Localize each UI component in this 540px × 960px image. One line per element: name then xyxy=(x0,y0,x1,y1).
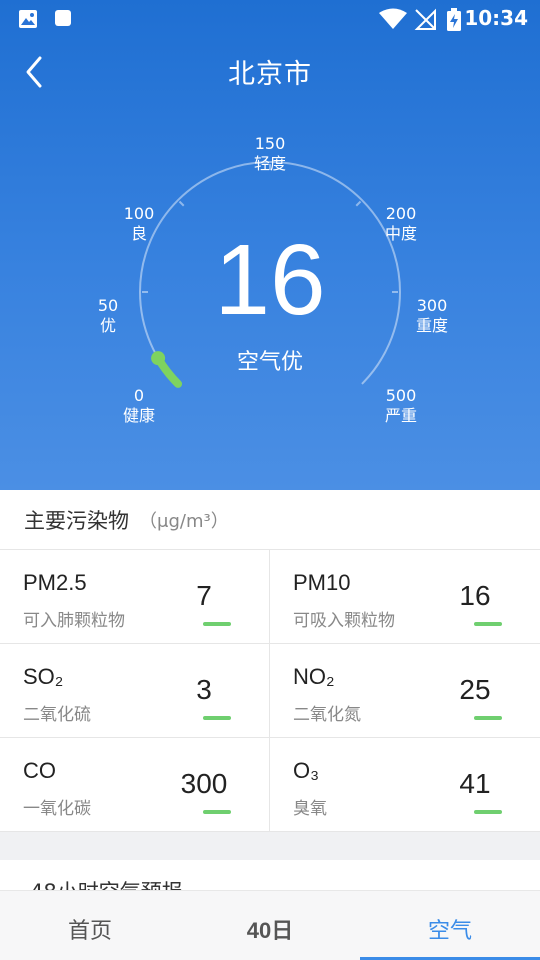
tick-value: 0 xyxy=(133,386,145,405)
pollutants-unit: （μg/m³） xyxy=(139,510,229,532)
pollutant-pm25[interactable]: PM2.5 可入肺颗粒物 7 xyxy=(0,550,270,644)
pollutants-header: 主要污染物 （μg/m³） xyxy=(0,490,540,550)
tick-value: 500 xyxy=(385,386,417,405)
tab-40-day[interactable]: 40日 xyxy=(180,891,360,960)
wifi-icon xyxy=(379,8,407,29)
pollutants-card: 主要污染物 （μg/m³） PM2.5 可入肺颗粒物 7 PM10 可吸入颗粒物… xyxy=(0,490,540,832)
tick-value: 100 xyxy=(123,204,155,223)
pollutants-title: 主要污染物 xyxy=(24,508,129,533)
hero-section: 10:34 北京市 16 空气优 0 健康 50 优 100 良 150 轻度 xyxy=(0,0,540,490)
pollutant-level-bar xyxy=(203,716,231,720)
tick-500: 500 严重 xyxy=(361,386,441,426)
pollutant-value: 25 xyxy=(459,674,491,705)
app-notification-icon xyxy=(55,10,71,26)
tick-value: 300 xyxy=(416,296,448,315)
tick-label: 中度 xyxy=(384,224,417,243)
pollutant-name: CO xyxy=(23,758,56,783)
tick-50: 50 优 xyxy=(68,296,148,336)
tick-label: 优 xyxy=(99,316,116,335)
tick-label: 重度 xyxy=(415,316,448,335)
pollutant-value: 7 xyxy=(196,580,212,611)
pollutant-name: PM2.5 xyxy=(23,570,87,595)
tick-value: 150 xyxy=(254,134,286,153)
pollutant-desc: 可入肺颗粒物 xyxy=(23,611,125,631)
status-time: 10:34 xyxy=(464,6,528,30)
pollutant-level-bar xyxy=(474,622,502,626)
aqi-gauge: 16 空气优 0 健康 50 优 100 良 150 轻度 200 中度 300… xyxy=(0,110,540,490)
pollutant-name: PM10 xyxy=(293,570,351,595)
pollutant-name: O₃ xyxy=(293,758,320,783)
tick-200: 200 中度 xyxy=(361,204,441,244)
pollutant-level-bar xyxy=(474,810,502,814)
bottom-nav: 首页 40日 空气 xyxy=(0,890,540,960)
tick-150: 150 轻度 xyxy=(230,134,310,174)
pollutant-value: 41 xyxy=(459,768,491,799)
tab-home[interactable]: 首页 xyxy=(0,891,180,960)
pollutant-pm10[interactable]: PM10 可吸入颗粒物 16 xyxy=(270,550,540,644)
pollutant-no2[interactable]: NO₂ 二氧化氮 25 xyxy=(270,644,540,738)
gauge-tick-mark xyxy=(355,200,362,207)
top-nav: 北京市 xyxy=(0,44,540,100)
status-bar: 10:34 xyxy=(0,0,540,38)
tick-100: 100 良 xyxy=(99,204,179,244)
pollutant-level-bar xyxy=(203,622,231,626)
tick-value: 200 xyxy=(385,204,417,223)
pollutant-value: 16 xyxy=(459,580,491,611)
pollutant-level-bar xyxy=(203,810,231,814)
tick-label: 轻度 xyxy=(253,154,286,173)
tick-0: 0 健康 xyxy=(99,386,179,426)
pollutants-grid: PM2.5 可入肺颗粒物 7 PM10 可吸入颗粒物 16 SO₂ 二氧化硫 3… xyxy=(0,550,540,832)
pollutant-desc: 二氧化硫 xyxy=(23,705,91,725)
page-title: 北京市 xyxy=(228,59,312,90)
tick-label: 严重 xyxy=(384,406,417,425)
pollutant-so2[interactable]: SO₂ 二氧化硫 3 xyxy=(0,644,270,738)
battery-charging-icon xyxy=(447,8,461,31)
tick-label: 健康 xyxy=(122,406,155,425)
image-notification-icon xyxy=(19,10,37,28)
tick-value: 50 xyxy=(97,296,119,315)
gauge-tick-mark xyxy=(178,200,185,207)
tab-air[interactable]: 空气 xyxy=(360,891,540,960)
pollutant-value: 3 xyxy=(196,674,212,705)
pollutant-name: NO₂ xyxy=(293,664,335,689)
pollutant-level-bar xyxy=(474,716,502,720)
tick-300: 300 重度 xyxy=(392,296,472,336)
aqi-quality: 空气优 xyxy=(236,350,303,375)
no-signal-icon xyxy=(414,8,436,30)
pollutant-o3[interactable]: O₃ 臭氧 41 xyxy=(270,738,540,832)
pollutant-desc: 臭氧 xyxy=(293,799,327,819)
pollutant-desc: 一氧化碳 xyxy=(23,799,91,819)
pollutant-desc: 二氧化氮 xyxy=(293,705,361,725)
pollutant-co[interactable]: CO 一氧化碳 300 xyxy=(0,738,270,832)
pollutant-desc: 可吸入颗粒物 xyxy=(293,611,395,631)
pollutant-name: SO₂ xyxy=(23,664,64,689)
tick-label: 良 xyxy=(130,224,147,243)
pollutant-value: 300 xyxy=(180,768,228,799)
